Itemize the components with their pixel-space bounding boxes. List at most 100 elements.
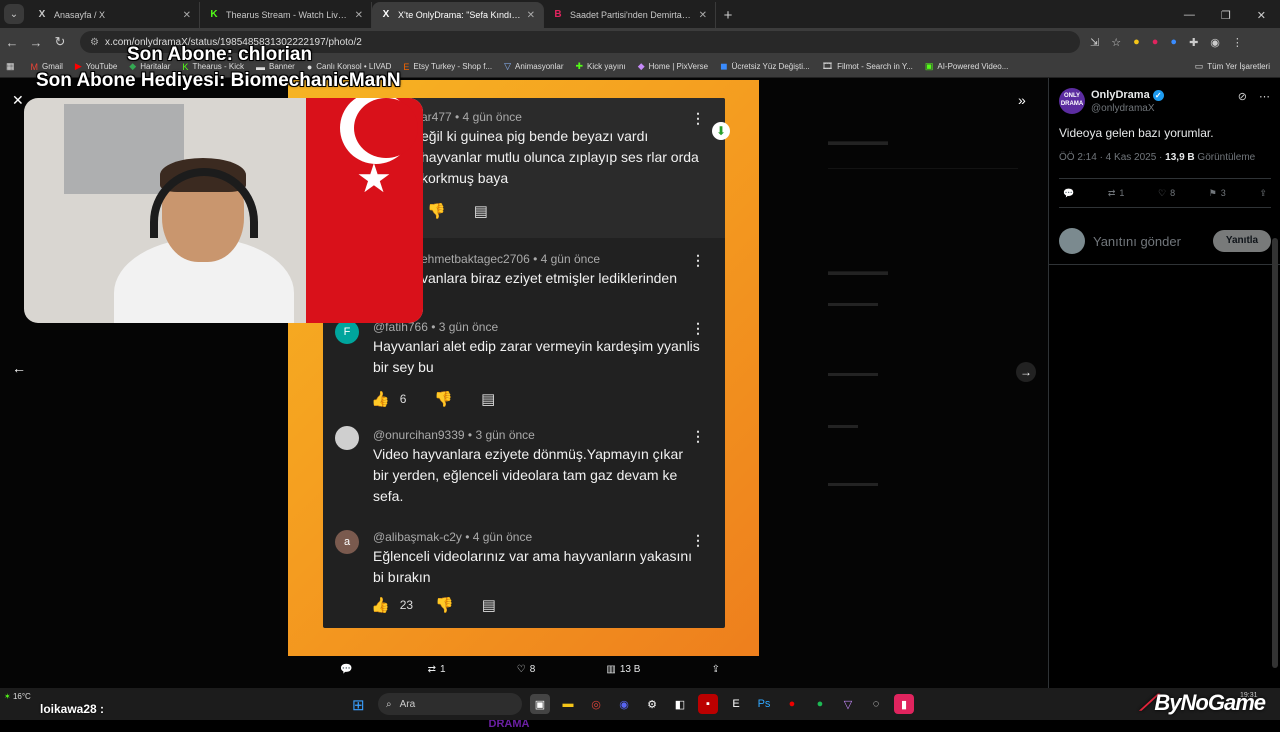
extension-icon[interactable]: ● [1152,36,1159,49]
chrome-icon[interactable]: ◎ [586,694,606,714]
bookmark-ai-video[interactable]: ▣ AI-Powered Video... [925,61,1009,72]
app-icon[interactable]: ▪ [698,694,718,714]
profile-icon[interactable]: ◉ [1210,36,1220,49]
like-icon: 👍 [371,597,390,614]
reply-icon: 💬 [1063,187,1075,198]
viewer-retweet-button[interactable]: ⇄ 1 [428,664,446,675]
minimize-icon[interactable]: — [1184,9,1195,22]
comment-item: F @fatih766 • 3 gün önce Hayvanlari alet… [323,316,725,426]
bookmark-kick-stream[interactable]: ✚ Kick yayını [576,61,626,72]
tab-close-icon[interactable]: ✕ [699,10,707,21]
site-info-icon[interactable]: ⚙ [90,37,99,48]
webcam-overlay: ★ [24,98,423,323]
scrollbar[interactable] [1272,238,1278,668]
more-icon: ⋮ [691,428,705,444]
all-bookmarks[interactable]: ▭ Tüm Yer İşaretleri [1195,61,1270,72]
apps-icon[interactable]: ▦ [6,61,19,72]
comment-text: Eğlenceli videolarınız var ama hayvanlar… [373,548,693,585]
extension-icon[interactable]: ● [1170,36,1177,49]
reload-icon[interactable]: ↻ [48,34,72,50]
tweet-panel: ONLY DRAMA OnlyDrama ✓ @onlydramaX ⊘ ⋯ Vi… [1048,78,1280,688]
chat-username: loikawa28 : [40,702,105,716]
taskbar: ✶ 16°C loikawa28 : ⊞ ⌕ Ara ▣ ▬ ◎ ◉ ⚙ ◧ ▪ … [0,688,1280,720]
bookmark-button[interactable]: ⚑ 3 [1209,188,1226,199]
reply-input[interactable]: Yanıtını gönder [1093,234,1213,249]
tab-search-button[interactable]: ⌄ [4,4,24,24]
more-options-icon[interactable]: ⋯ [1259,90,1270,103]
grok-icon[interactable]: ⊘ [1238,90,1247,103]
back-icon[interactable]: ← [0,35,24,50]
tab-strip: ⌄ X Anasayfa / X ✕ K Thearus Stream - Wa… [0,0,1280,28]
dislike-icon: 👎 [427,203,446,220]
expand-panel-icon[interactable]: » [1018,92,1026,108]
windows-start-icon[interactable]: ⊞ [352,696,365,714]
heart-icon: ♡ [1158,187,1167,198]
next-arrow-icon[interactable]: → [1016,362,1036,382]
browser-tab[interactable]: B Saadet Partisi'nden Demirtaş ve ✕ [544,2,716,28]
restore-icon[interactable]: ❐ [1221,9,1231,22]
more-icon: ⋮ [691,110,705,126]
more-icon: ⋮ [691,532,705,548]
browser-tab-active[interactable]: X X'te OnlyDrama: "Sefa Kındır'ın ✕ [372,2,544,28]
close-icon[interactable]: ✕ [12,92,24,109]
extension-icon[interactable]: ● [1133,36,1140,49]
discord-icon[interactable]: ◉ [614,694,634,714]
comment-handle: ehmetbaktagec2706 • 4 gün önce [421,252,601,266]
reply-icon: 💬 [340,664,353,675]
app-icon[interactable]: ◧ [670,694,690,714]
bookmark-star-icon[interactable]: ☆ [1111,36,1121,49]
photoshop-icon[interactable]: Ps [754,694,774,714]
app-icon[interactable]: ◌ [866,694,886,714]
download-icon: ⬇ [712,122,730,140]
previous-arrow-icon[interactable]: ← [12,360,26,376]
new-tab-button[interactable]: + [716,7,740,24]
comment-handle: @alibaşmak-c2y • 4 gün önce [373,530,533,544]
comment-text: Hayvanlari alet edip zarar vermeyin kard… [373,338,700,375]
browser-tab[interactable]: X Anasayfa / X ✕ [28,2,200,28]
channel-watermark: ⟋ByNoGame [1140,690,1266,715]
viewer-views-button[interactable]: ▥ 13 B [606,664,640,675]
task-view-icon[interactable]: ▣ [530,694,550,714]
bookmark-etsy[interactable]: E Etsy Turkey - Shop f... [403,62,492,72]
tweet-text: Videoya gelen bazı yorumlar. [1059,126,1214,140]
app-icon[interactable]: ▽ [838,694,858,714]
puzzle-icon[interactable]: ✚ [1189,36,1198,49]
x-favicon-icon: X [382,9,390,20]
browser-tab[interactable]: K Thearus Stream - Watch Live on Kick ✕ [200,2,372,28]
tab-close-icon[interactable]: ✕ [355,10,363,21]
reply-button[interactable]: 💬 [1063,188,1074,199]
steam-icon[interactable]: ⚙ [642,694,662,714]
viewer-share-button[interactable]: ⇪ [712,664,720,675]
tab-title: X'te OnlyDrama: "Sefa Kındır'ın [398,10,521,20]
file-explorer-icon[interactable]: ▬ [558,694,578,714]
viewer-like-button[interactable]: ♡ 8 [517,664,536,675]
weather-widget[interactable]: ✶ 16°C [4,692,44,701]
taskbar-search[interactable]: ⌕ Ara [378,693,522,715]
avatar: a [335,530,359,554]
avatar: F [335,320,359,344]
watermark-logo-icon: ⟋ [1140,690,1155,715]
bookmark-filmot[interactable]: 🎞 Filmot - Search in Y... [822,61,913,72]
epic-games-icon[interactable]: E [726,694,746,714]
author-name[interactable]: OnlyDrama ✓ [1091,89,1164,101]
app-icon[interactable]: ▮ [894,694,914,714]
reply-submit-button[interactable]: Yanıtla [1213,230,1271,252]
bookmark-pixverse[interactable]: ◆ Home | PixVerse [638,61,708,72]
author-handle[interactable]: @onlydramaX [1091,103,1155,114]
install-app-icon[interactable]: ⇲ [1090,36,1099,49]
share-button[interactable]: ⇪ [1259,188,1267,199]
forward-icon[interactable]: → [24,35,48,50]
menu-icon[interactable]: ⋮ [1232,36,1243,49]
app-icon[interactable]: ● [782,694,802,714]
author-avatar[interactable]: ONLY DRAMA [1059,88,1085,114]
viewer-reply-button[interactable]: 💬 [340,664,356,675]
bookmark-faceswap[interactable]: ◼ Ücretsiz Yüz Değişti... [720,61,810,72]
like-button[interactable]: ♡ 8 [1158,188,1175,199]
tab-close-icon[interactable]: ✕ [183,10,191,21]
bookmark-animations[interactable]: ▽ Animasyonlar [504,61,563,72]
retweet-button[interactable]: ⇄ 1 [1108,188,1125,199]
spotify-icon[interactable]: ● [810,694,830,714]
tab-close-icon[interactable]: ✕ [527,10,535,21]
window-close-icon[interactable]: ✕ [1257,9,1266,22]
retweet-icon: ⇄ [1107,187,1116,198]
